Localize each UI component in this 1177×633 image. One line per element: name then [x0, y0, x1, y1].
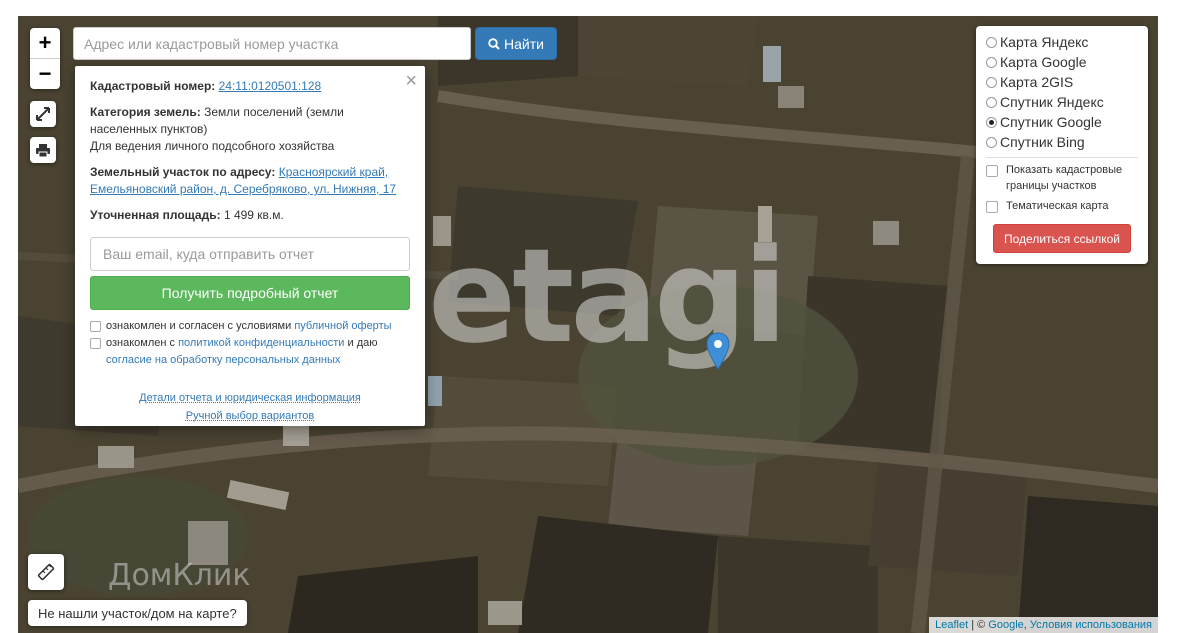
- radio-2gis-map[interactable]: [986, 76, 997, 88]
- domclick-watermark: ДомКлик: [108, 558, 251, 593]
- layer-label: Карта Google: [1000, 54, 1087, 70]
- address-row: Земельный участок по адресу: Красноярски…: [90, 164, 410, 198]
- close-icon[interactable]: ×: [405, 71, 417, 91]
- area-value: 1 499 кв.м.: [223, 208, 284, 222]
- not-found-button[interactable]: Не нашли участок/дом на карте?: [28, 600, 247, 626]
- privacy-text: ознакомлен с: [106, 337, 176, 349]
- print-icon: [36, 143, 50, 157]
- layer-label: Спутник Google: [1000, 114, 1102, 130]
- land-category-row: Категория земель: Земли поселений (земли…: [90, 104, 410, 155]
- map-attribution: Leaflet | © Google, Условия использовани…: [929, 617, 1158, 633]
- layer-label: Карта 2GIS: [1000, 74, 1074, 90]
- layer-option-bing-satellite[interactable]: Спутник Bing: [986, 132, 1138, 152]
- offer-text: ознакомлен и согласен с условиями: [106, 320, 292, 332]
- radio-bing-satellite[interactable]: [986, 136, 997, 148]
- get-report-button[interactable]: Получить подробный отчет: [90, 276, 410, 310]
- map-marker-icon[interactable]: [706, 332, 730, 370]
- print-button[interactable]: [30, 137, 56, 163]
- fullscreen-icon: [36, 107, 50, 121]
- privacy-policy-link[interactable]: политикой конфиденциальности: [178, 337, 344, 349]
- layer-label: Карта Яндекс: [1000, 34, 1089, 50]
- thematic-map-toggle[interactable]: Тематическая карта: [986, 198, 1138, 214]
- thematic-label: Тематическая карта: [1006, 200, 1109, 212]
- radio-yandex-map[interactable]: [986, 36, 997, 48]
- personal-data-consent-link[interactable]: согласие на обработку персональных данны…: [106, 354, 340, 366]
- zoom-out-button[interactable]: −: [30, 58, 60, 89]
- search-icon: [488, 37, 500, 50]
- satellite-map[interactable]: etagi ДомКлик + − Найти × Кадастровы: [18, 16, 1158, 633]
- etagi-watermark: etagi: [428, 220, 788, 372]
- offer-agreement: ознакомлен и согласен с условиями публич…: [90, 318, 410, 335]
- zoom-in-button[interactable]: +: [30, 28, 60, 58]
- search-button-label: Найти: [504, 35, 544, 52]
- thematic-checkbox[interactable]: [986, 201, 998, 213]
- cadastral-number-link[interactable]: 24:11:0120501:128: [219, 79, 322, 93]
- public-offer-link[interactable]: публичной оферты: [294, 320, 391, 332]
- report-details-link[interactable]: Детали отчета и юридическая информация: [139, 389, 361, 407]
- search-button[interactable]: Найти: [475, 27, 557, 60]
- fullscreen-button[interactable]: [30, 101, 56, 127]
- leaflet-link[interactable]: Leaflet: [935, 619, 968, 631]
- layer-option-google-map[interactable]: Карта Google: [986, 52, 1138, 72]
- address-label: Земельный участок по адресу:: [90, 165, 276, 179]
- category-label: Категория земель:: [90, 105, 201, 119]
- search-input[interactable]: [73, 27, 471, 60]
- radio-google-map[interactable]: [986, 56, 997, 68]
- layer-option-yandex-satellite[interactable]: Спутник Яндекс: [986, 92, 1138, 112]
- ruler-icon: [37, 563, 55, 581]
- layer-switcher: Карта Яндекс Карта Google Карта 2GIS Спу…: [976, 26, 1148, 264]
- cadastral-label: Кадастровый номер:: [90, 79, 216, 93]
- zoom-control: + −: [30, 28, 60, 89]
- attribution-separator: | ©: [968, 619, 989, 631]
- popup-footer-links: Детали отчета и юридическая информация Р…: [90, 389, 410, 425]
- layer-label: Спутник Яндекс: [1000, 94, 1104, 110]
- terms-link[interactable]: Условия использования: [1030, 619, 1152, 631]
- google-link[interactable]: Google: [988, 619, 1023, 631]
- share-link-button[interactable]: Поделиться ссылкой: [993, 224, 1131, 253]
- layer-option-2gis-map[interactable]: Карта 2GIS: [986, 72, 1138, 92]
- privacy-text-mid: и даю: [347, 337, 378, 349]
- manual-selection-link[interactable]: Ручной выбор вариантов: [186, 407, 314, 425]
- show-cadastral-toggle[interactable]: Показать кадастровые границы участков: [986, 162, 1138, 194]
- radio-google-satellite[interactable]: [986, 116, 997, 128]
- land-purpose: Для ведения личного подсобного хозяйства: [90, 139, 335, 153]
- cadastral-number-row: Кадастровый номер: 24:11:0120501:128: [90, 78, 410, 95]
- email-field[interactable]: [90, 237, 410, 271]
- area-label: Уточненная площадь:: [90, 208, 221, 222]
- layer-label: Спутник Bing: [1000, 134, 1085, 150]
- radio-yandex-satellite[interactable]: [986, 96, 997, 108]
- cadastral-label: Показать кадастровые границы участков: [1006, 164, 1123, 192]
- privacy-checkbox[interactable]: [90, 338, 101, 349]
- offer-checkbox[interactable]: [90, 321, 101, 332]
- parcel-info-popup: × Кадастровый номер: 24:11:0120501:128 К…: [75, 66, 425, 426]
- ruler-button[interactable]: [28, 554, 64, 590]
- layer-option-yandex-map[interactable]: Карта Яндекс: [986, 32, 1138, 52]
- cadastral-checkbox[interactable]: [986, 165, 998, 177]
- privacy-agreement: ознакомлен с политикой конфиденциальност…: [90, 335, 410, 369]
- layer-option-google-satellite[interactable]: Спутник Google: [986, 112, 1138, 132]
- area-row: Уточненная площадь: 1 499 кв.м.: [90, 207, 410, 224]
- layer-divider: [986, 157, 1138, 158]
